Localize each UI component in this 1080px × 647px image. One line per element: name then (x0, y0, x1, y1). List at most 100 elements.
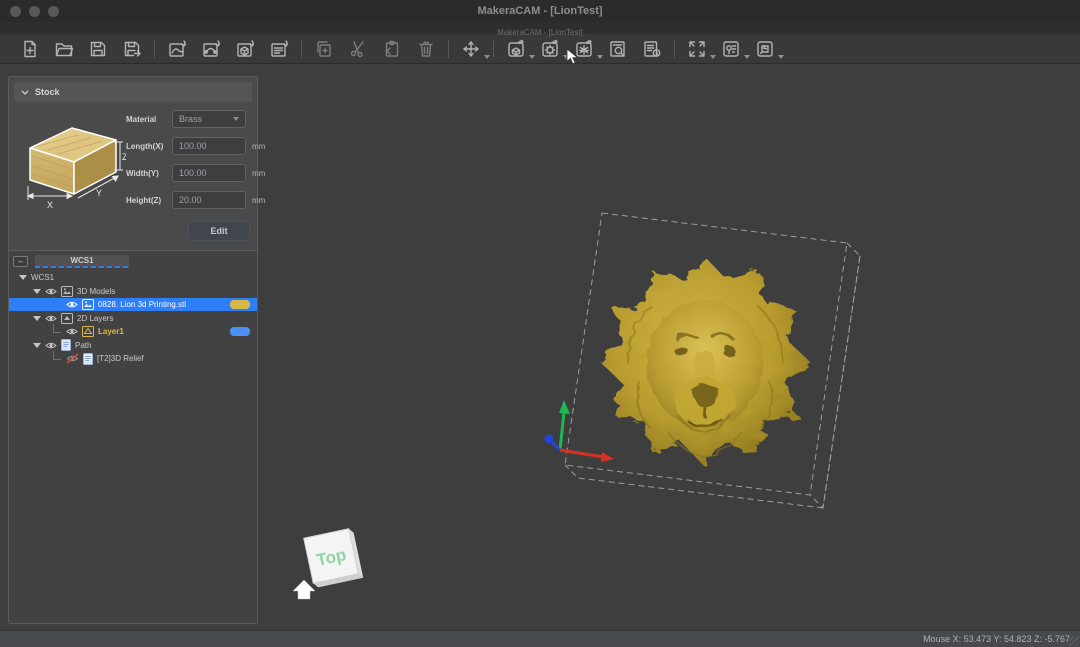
stock-illustration: X Y Z (14, 108, 126, 221)
left-sidebar: Stock (8, 76, 258, 624)
copy-button[interactable] (312, 37, 336, 61)
import-gcode-icon (269, 39, 289, 59)
chevron-down-icon (21, 90, 29, 95)
tree-row-layer1[interactable]: Layer1 (9, 325, 257, 338)
machine-control-button[interactable] (719, 37, 743, 61)
tree-row-3d-models[interactable]: 3D Models (9, 285, 257, 298)
dropdown-caret-icon[interactable] (744, 55, 750, 59)
tree-row-wcs1[interactable]: WCS1 (9, 271, 257, 284)
import-curve-button[interactable] (199, 37, 223, 61)
export-project-icon (755, 39, 775, 59)
visibility-eye-off-icon[interactable] (66, 353, 79, 364)
toolpath-preview-button[interactable] (606, 37, 630, 61)
save-icon (88, 39, 108, 59)
edit-stock-button[interactable]: Edit (188, 221, 250, 241)
mouse-cursor (566, 48, 580, 66)
resize-grip[interactable] (1069, 636, 1079, 646)
dropdown-caret-icon[interactable] (597, 55, 603, 59)
gcode-post-icon (642, 39, 662, 59)
paste-icon (382, 39, 402, 59)
material-select[interactable]: Brass (172, 110, 246, 128)
tab-wcs1[interactable]: WCS1 (35, 255, 129, 268)
select-caret-icon (233, 117, 239, 121)
path-doc-icon (61, 339, 71, 351)
tree-row-label: 2D Layers (77, 314, 113, 323)
collapse-all-button[interactable]: – (13, 256, 28, 267)
save-as-button[interactable] (120, 37, 144, 61)
fit-view-button[interactable] (685, 37, 709, 61)
cut-icon (348, 39, 368, 59)
lion-relief-model (600, 257, 810, 467)
window-title: MakeraCAM - [LionTest] (0, 0, 1080, 22)
dropdown-caret-icon[interactable] (778, 55, 784, 59)
model-group-icon (61, 286, 73, 297)
cut-button[interactable] (346, 37, 370, 61)
length-x-label: Length(X) (126, 142, 172, 151)
tree-row-label: Layer1 (98, 327, 124, 336)
import-gcode-button[interactable] (267, 37, 291, 61)
new-3d-relief-button[interactable] (504, 37, 528, 61)
mouse-coordinates: Mouse X: 53.473 Y: 54.823 Z: -5.767 (923, 634, 1070, 644)
axis-label-y: Y (96, 188, 102, 198)
expand-caret-icon[interactable] (33, 343, 41, 348)
axis-gizmo (545, 400, 615, 462)
height-z-label: Height(Z) (126, 196, 172, 205)
tree-elbow-connector (53, 351, 61, 360)
tree-row-3d-relief-path[interactable]: [T2]3D Relief (9, 352, 257, 365)
import-vector-button[interactable] (165, 37, 189, 61)
visibility-eye-icon[interactable] (66, 327, 78, 336)
delete-button[interactable] (414, 37, 438, 61)
export-project-button[interactable] (753, 37, 777, 61)
document-titlebar: MakeraCAM - [LionTest] (0, 22, 1080, 34)
tree-row-label: WCS1 (31, 273, 54, 282)
material-label: Material (126, 115, 172, 124)
layer-icon (82, 326, 94, 337)
view-cube[interactable]: Top (304, 528, 364, 588)
import-3d-model-button[interactable] (233, 37, 257, 61)
trash-icon (416, 39, 436, 59)
save-button[interactable] (86, 37, 110, 61)
tree-elbow-connector (53, 297, 61, 306)
height-z-input[interactable] (172, 191, 246, 209)
expand-caret-icon[interactable] (33, 316, 41, 321)
dropdown-caret-icon[interactable] (529, 55, 535, 59)
width-y-unit: mm (252, 169, 265, 178)
layer-color-swatch[interactable] (230, 327, 250, 336)
tree-elbow-connector (53, 324, 61, 333)
main-area: Top Stock (0, 64, 1080, 630)
length-x-unit: mm (252, 142, 265, 151)
new-3d-texture-icon (540, 39, 560, 59)
expand-caret-icon[interactable] (19, 275, 27, 280)
height-z-unit: mm (252, 196, 265, 205)
tree-row-path[interactable]: Path (9, 339, 257, 352)
import-vector-icon (167, 39, 187, 59)
import-curve-icon (201, 39, 221, 59)
visibility-eye-icon[interactable] (66, 300, 78, 309)
titlebar: MakeraCAM - [LionTest] (0, 0, 1080, 22)
material-value: Brass (179, 114, 202, 124)
visibility-eye-icon[interactable] (45, 314, 57, 323)
paste-button[interactable] (380, 37, 404, 61)
width-y-input[interactable] (172, 164, 246, 182)
dropdown-caret-icon[interactable] (484, 55, 490, 59)
stock-panel: Stock (9, 77, 257, 250)
new-file-button[interactable] (18, 37, 42, 61)
transform-move-button[interactable] (459, 37, 483, 61)
model-file-icon (82, 299, 94, 310)
model-color-swatch[interactable] (230, 300, 250, 309)
tree-row-lion-model[interactable]: 0828. Lion 3d Printing.stl (9, 298, 257, 311)
open-file-button[interactable] (52, 37, 76, 61)
view-home-arrow-icon[interactable] (293, 580, 315, 599)
visibility-eye-icon[interactable] (45, 287, 57, 296)
visibility-eye-icon[interactable] (45, 341, 57, 350)
app-window: MakeraCAM - [LionTest] MakeraCAM - [Lion… (0, 0, 1080, 647)
tree-row-2d-layers[interactable]: 2D Layers (9, 312, 257, 325)
new-3d-texture-button[interactable] (538, 37, 562, 61)
toolpath-preview-icon (608, 39, 628, 59)
stock-panel-header[interactable]: Stock (14, 82, 252, 102)
layers-group-icon (61, 313, 73, 324)
expand-caret-icon[interactable] (33, 289, 41, 294)
gcode-post-button[interactable] (640, 37, 664, 61)
length-x-input[interactable] (172, 137, 246, 155)
dropdown-caret-icon[interactable] (710, 55, 716, 59)
